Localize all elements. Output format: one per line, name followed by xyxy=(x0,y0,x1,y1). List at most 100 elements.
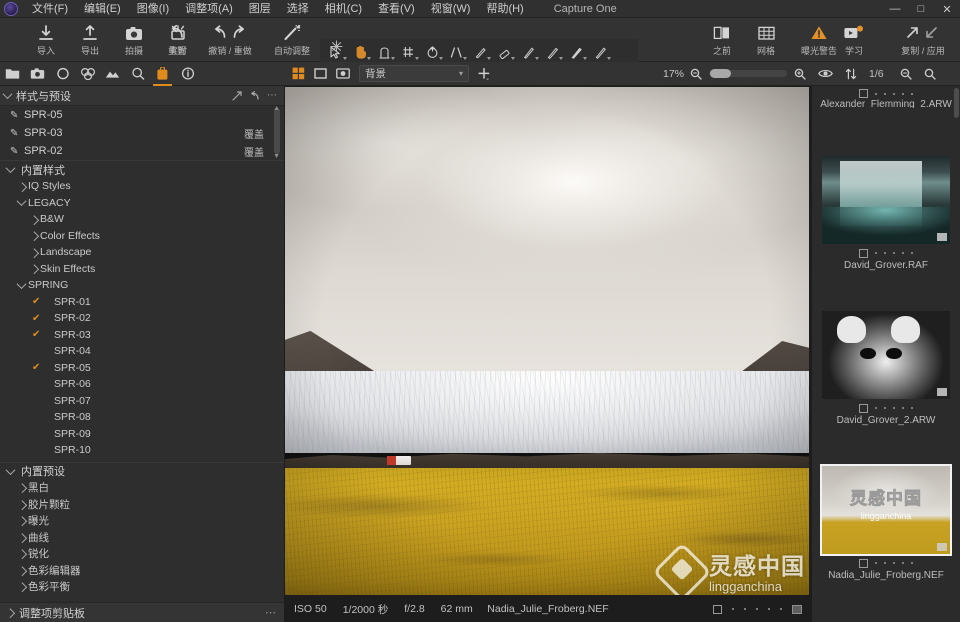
style-item-spr-01[interactable]: ✔ SPR-01 xyxy=(0,294,284,311)
reset-button[interactable]: 重置 xyxy=(155,18,199,62)
chevron-right-icon[interactable] xyxy=(16,483,27,494)
rating-star-5[interactable] xyxy=(780,608,782,610)
thumbnail-image-selected[interactable]: 灵感中国 lingganchina xyxy=(820,464,952,556)
chevron-right-icon[interactable] xyxy=(5,608,16,619)
chevron-right-icon[interactable] xyxy=(28,215,39,225)
style-group-landscape[interactable]: Landscape xyxy=(0,244,284,261)
applied-style-row[interactable]: ✎ SPR-03 覆盖 xyxy=(0,124,284,142)
menu-item-layers[interactable]: 图层 xyxy=(241,0,279,18)
zoom-out-icon[interactable] xyxy=(690,68,702,80)
menu-item-edit[interactable]: 编辑(E) xyxy=(76,0,129,18)
add-layer-button[interactable] xyxy=(477,67,491,81)
menu-item-help[interactable]: 帮助(H) xyxy=(478,0,531,18)
chevron-right-icon[interactable] xyxy=(28,264,39,275)
browser-thumb-cell[interactable]: Alexander_Flemming_2.ARW xyxy=(812,86,960,108)
lens-tab[interactable] xyxy=(50,62,75,86)
rating-star-3[interactable] xyxy=(893,252,895,254)
scroll-up-arrow-icon[interactable]: ▲ xyxy=(273,105,280,112)
style-item-spr-05[interactable]: ✔ SPR-05 xyxy=(0,360,284,377)
capture-tab[interactable] xyxy=(25,62,50,86)
style-item-spr-02[interactable]: ✔ SPR-02 xyxy=(0,310,284,327)
scroll-down-arrow-icon[interactable]: ▼ xyxy=(273,153,280,160)
preset-group-color-editor[interactable]: 色彩编辑器 xyxy=(0,562,284,579)
heal-brush-tool-icon[interactable] xyxy=(564,41,588,63)
grid-button[interactable]: 网格 xyxy=(744,18,788,62)
rating-checkbox[interactable] xyxy=(859,89,868,98)
more-options-icon[interactable]: ⋯ xyxy=(265,606,284,619)
exposure-tab[interactable] xyxy=(100,62,125,86)
expand-icon[interactable] xyxy=(232,90,242,101)
style-item-spr-10[interactable]: SPR-10 xyxy=(0,442,284,459)
browser-thumb-cell[interactable]: David_Grover.RAF xyxy=(812,156,960,271)
chevron-down-icon[interactable] xyxy=(5,464,16,475)
rating-star-2[interactable] xyxy=(744,608,746,610)
preset-group-bw[interactable]: 黑白 xyxy=(0,480,284,497)
chevron-right-icon[interactable] xyxy=(16,566,27,576)
chevron-down-icon[interactable]: ▾ xyxy=(459,69,463,78)
style-item-spr-08[interactable]: SPR-08 xyxy=(0,409,284,426)
multi-view-button[interactable] xyxy=(289,65,308,83)
rating-star-1[interactable] xyxy=(875,92,877,95)
zoom-in-icon[interactable] xyxy=(794,68,806,80)
import-button[interactable]: 导入 xyxy=(24,18,68,62)
rating-star-2[interactable] xyxy=(884,562,886,564)
eraser-tool-icon[interactable] xyxy=(492,41,516,63)
export-button[interactable]: 导出 xyxy=(68,18,112,62)
reset-panel-icon[interactable] xyxy=(249,90,260,101)
chevron-right-icon[interactable] xyxy=(16,516,27,527)
close-button[interactable]: ✕ xyxy=(934,0,960,18)
style-group-color-effects[interactable]: Color Effects xyxy=(0,228,284,245)
rating-star-5[interactable] xyxy=(911,562,913,564)
minimize-button[interactable]: — xyxy=(882,0,908,18)
rating-star-4[interactable] xyxy=(902,92,904,95)
rating-checkbox[interactable] xyxy=(713,604,722,614)
style-item-spr-07[interactable]: SPR-07 xyxy=(0,393,284,410)
rating-star-3[interactable] xyxy=(756,608,758,610)
rating-star-5[interactable] xyxy=(911,407,913,409)
menu-item-file[interactable]: 文件(F) xyxy=(24,0,76,18)
crop-tool-icon[interactable] xyxy=(372,41,396,63)
chevron-right-icon[interactable] xyxy=(16,182,27,192)
rating-star-2[interactable] xyxy=(884,252,886,254)
styles-tab[interactable] xyxy=(150,62,175,86)
rating-star-5[interactable] xyxy=(911,252,913,254)
rating-star-4[interactable] xyxy=(902,407,904,409)
preset-group-curve[interactable]: 曲线 xyxy=(0,529,284,546)
chevron-down-icon[interactable] xyxy=(2,89,13,100)
style-item-spr-03[interactable]: ✔ SPR-03 xyxy=(0,327,284,344)
image-viewer[interactable]: 灵感中国 lingganchina ISO 50 1/2000 秒 f/2.8 … xyxy=(284,86,812,622)
thumb-rating[interactable] xyxy=(859,557,913,569)
preset-group-sharpening[interactable]: 锐化 xyxy=(0,546,284,563)
preset-group-exposure[interactable]: 曝光 xyxy=(0,513,284,530)
style-group-iq-styles[interactable]: IQ Styles xyxy=(0,178,284,195)
adjustments-clipboard-header[interactable]: 调整项剪贴板 ⋯ xyxy=(0,602,284,622)
eye-icon[interactable] xyxy=(818,68,833,79)
more-options-icon[interactable]: ⋯ xyxy=(267,90,277,101)
metadata-tab[interactable] xyxy=(175,62,200,86)
rating-star-3[interactable] xyxy=(893,92,895,95)
chevron-down-icon[interactable] xyxy=(16,278,26,289)
menu-item-window[interactable]: 视窗(W) xyxy=(423,0,479,18)
chevron-right-icon[interactable] xyxy=(16,549,27,560)
chevron-right-icon[interactable] xyxy=(16,533,27,543)
thumb-rating[interactable] xyxy=(859,89,913,98)
image-browser[interactable]: Alexander_Flemming_2.ARW David_Grover.RA… xyxy=(812,86,960,622)
zoom-slider[interactable] xyxy=(709,69,787,78)
rating-group[interactable] xyxy=(713,604,802,614)
chevron-right-icon[interactable] xyxy=(28,231,39,242)
search-icon[interactable] xyxy=(924,68,936,80)
rating-star-4[interactable] xyxy=(768,608,770,610)
keystone-tool-icon[interactable] xyxy=(444,41,468,63)
applied-style-row[interactable]: ✎ SPR-05 xyxy=(0,106,284,124)
rating-star-2[interactable] xyxy=(884,407,886,409)
chevron-down-icon[interactable] xyxy=(5,163,16,174)
capture-button[interactable]: 拍摄 xyxy=(112,18,156,62)
style-item-spr-04[interactable]: SPR-04 xyxy=(0,343,284,360)
thumbnail-image[interactable] xyxy=(822,156,950,244)
proof-view-button[interactable] xyxy=(333,65,352,83)
gradient-mask-tool-icon[interactable] xyxy=(540,41,564,63)
preset-group-film-grain[interactable]: 胶片颗粒 xyxy=(0,496,284,513)
photo-canvas[interactable]: 灵感中国 lingganchina xyxy=(285,87,809,595)
browser-thumb-cell[interactable]: David_Grover_2.ARW xyxy=(812,311,960,426)
zoom-slider-thumb[interactable] xyxy=(710,69,731,78)
